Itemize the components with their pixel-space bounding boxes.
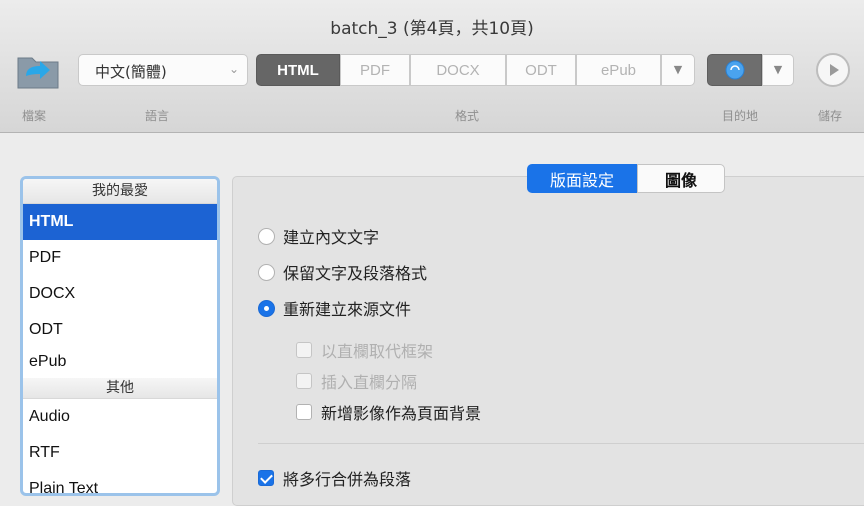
checkbox-replace-frames: 以直欄取代框架 [296, 338, 433, 362]
window-title: batch_3 (第4頁，共10頁) [330, 19, 534, 39]
format-label: 格式 [455, 109, 480, 123]
format-epub[interactable]: ePub [576, 54, 661, 86]
format-docx[interactable]: DOCX [410, 54, 506, 86]
tab-layout[interactable]: 版面設定 [527, 164, 637, 193]
checkbox-label: 新增影像作為頁面背景 [321, 404, 482, 423]
sidebar-item-docx[interactable]: DOCX [23, 276, 217, 312]
radio-option-text[interactable]: 建立內文文字 [258, 224, 379, 248]
sidebar-item-pdf[interactable]: PDF [23, 240, 217, 276]
checkbox [296, 373, 312, 389]
format-html[interactable]: HTML [256, 54, 340, 86]
chevron-down-icon: ⌄ [228, 62, 239, 76]
radio-label: 保留文字及段落格式 [283, 264, 428, 283]
language-value: 中文(簡體) [95, 63, 167, 81]
radio-option-keep-format[interactable]: 保留文字及段落格式 [258, 260, 427, 284]
sidebar-item-epub[interactable]: ePub [23, 348, 217, 378]
checkbox-label: 以直欄取代框架 [321, 342, 434, 361]
checkbox-column-separator: 插入直欄分隔 [296, 369, 417, 393]
save-label: 儲存 [818, 109, 843, 123]
divider [258, 443, 864, 444]
folder-arrow-icon[interactable] [16, 54, 60, 90]
radio-label: 建立內文文字 [283, 228, 380, 247]
checkbox-merge-lines[interactable]: 將多行合併為段落 [258, 466, 411, 490]
checkbox [296, 342, 312, 358]
sidebar-item-rtf[interactable]: RTF [23, 435, 217, 471]
other-header: 其他 [23, 378, 217, 399]
checkbox-label: 插入直欄分隔 [321, 373, 418, 392]
sidebar-item-plain-text[interactable]: Plain Text [23, 471, 217, 493]
language-label: 語言 [145, 109, 170, 123]
language-select[interactable]: 中文(簡體) ⌄ [78, 54, 248, 86]
radio-option-recreate[interactable]: 重新建立來源文件 [258, 296, 411, 320]
format-odt[interactable]: ODT [506, 54, 576, 86]
sidebar-item-html[interactable]: HTML [23, 204, 217, 240]
checkbox[interactable] [296, 404, 312, 420]
radio-button[interactable] [258, 263, 275, 281]
favorites-header: 我的最愛 [23, 179, 217, 204]
destination-button[interactable] [707, 54, 762, 86]
format-sidebar: 我的最愛 HTML PDF DOCX ODT ePub 其他 Audio RTF… [20, 176, 220, 496]
toolbar: batch_3 (第4頁，共10頁) 檔案 中文(簡體) ⌄ 語言 HTML P… [0, 0, 864, 133]
play-icon[interactable] [816, 53, 850, 87]
radio-button[interactable] [258, 227, 275, 245]
radio-label: 重新建立來源文件 [283, 300, 412, 319]
sidebar-item-audio[interactable]: Audio [23, 399, 217, 435]
tab-images[interactable]: 圖像 [637, 164, 725, 193]
destination-dropdown-icon[interactable]: ▼ [762, 54, 794, 86]
checkbox-image-background[interactable]: 新增影像作為頁面背景 [296, 400, 481, 424]
radio-button[interactable] [258, 299, 275, 317]
format-dropdown-icon[interactable]: ▼ [661, 54, 695, 86]
sidebar-item-odt[interactable]: ODT [23, 312, 217, 348]
checkbox[interactable] [258, 470, 274, 486]
destination-label: 目的地 [722, 109, 759, 123]
format-pdf[interactable]: PDF [340, 54, 410, 86]
file-label: 檔案 [22, 109, 47, 123]
checkbox-label: 將多行合併為段落 [283, 470, 412, 489]
